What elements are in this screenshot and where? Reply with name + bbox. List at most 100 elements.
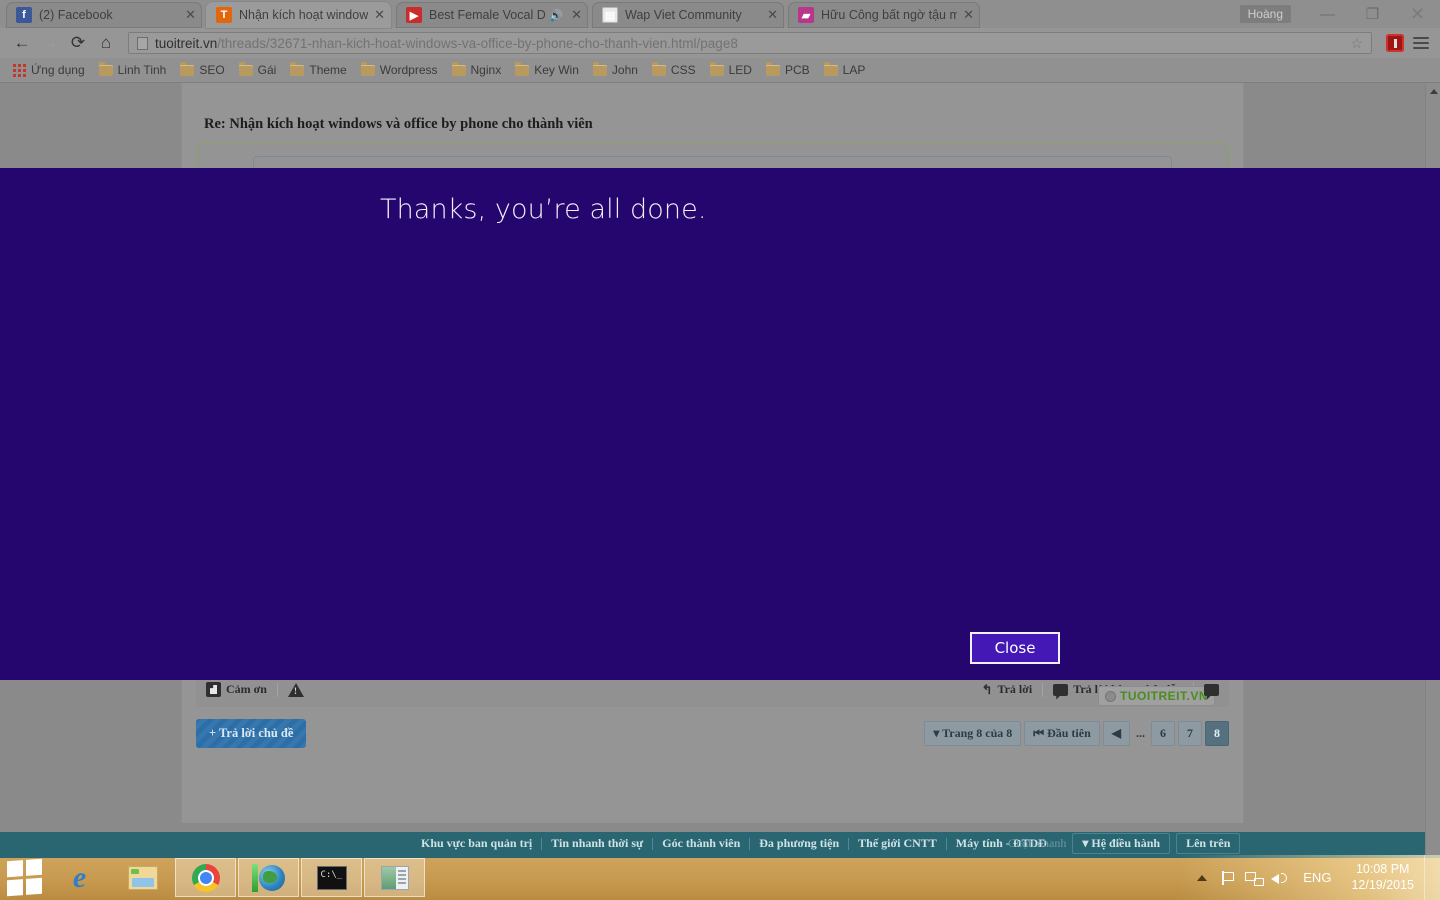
bookmark-label: Theme [309,63,346,77]
page-info-icon[interactable] [137,37,148,50]
page-link-7[interactable]: 7 [1178,721,1202,746]
dialog-close-button[interactable]: Close [970,632,1060,664]
facebook-icon: f [16,7,32,23]
reply-topic-button[interactable]: + Trả lời chủ đề [196,719,306,748]
taskbar-google-chrome[interactable] [175,858,236,897]
browser-tab-facebook[interactable]: f (2) Facebook ✕ [6,2,202,28]
command-prompt-icon: C:\_ [317,866,347,890]
taskbar-command-prompt[interactable]: C:\_ [301,858,362,897]
forum-nav-members[interactable]: Góc thành viên [653,836,749,851]
start-button[interactable] [0,855,48,900]
user-icon [1105,691,1116,702]
multi-quote-icon [1204,684,1219,696]
bookmark-key-win[interactable]: Key Win [508,63,586,77]
show-hidden-icons-button[interactable] [1189,855,1215,900]
network-icon [1245,870,1263,886]
bookmark-label: John [612,63,638,77]
tab-close-icon[interactable]: ✕ [374,7,385,23]
first-page-label: Đầu tiên [1047,726,1091,740]
browser-tab-tuoitreit[interactable]: T Nhận kích hoạt windows v ✕ [206,2,391,28]
screen: f (2) Facebook ✕ T Nhận kích hoạt window… [0,0,1440,900]
page-link-8-current[interactable]: 8 [1205,721,1229,746]
bookmark-theme[interactable]: Theme [283,63,353,77]
page-link-6[interactable]: 6 [1151,721,1175,746]
volume-button[interactable] [1267,855,1293,900]
bookmark-seo[interactable]: SEO [173,63,231,77]
url-host: tuoitreit.vn [155,36,217,51]
bookmark-label: CSS [671,63,696,77]
divider [1042,683,1043,697]
tab-title: Best Female Vocal Dub [429,8,545,22]
bookmark-star-icon[interactable]: ☆ [1350,35,1363,52]
forum-nav-it-world[interactable]: Thế giới CNTT [849,836,946,851]
browser-tab-youtube[interactable]: ▶ Best Female Vocal Dub 🔊 ✕ [396,2,588,28]
profile-name-chip[interactable]: Hoàng [1240,5,1291,23]
tab-close-icon[interactable]: ✕ [185,7,196,23]
bookmark-label: LED [729,63,752,77]
bookmark-apps[interactable]: Ứng dụng [6,63,92,77]
taskbar-internet-explorer[interactable]: e [49,858,110,897]
tab-audio-icon[interactable]: 🔊 [549,9,563,22]
bookmark-css[interactable]: CSS [645,63,703,77]
google-chrome-icon [192,864,220,892]
back-icon[interactable]: ← [8,29,36,57]
address-bar[interactable]: tuoitreit.vn /threads/32671-nhan-kich-ho… [128,32,1372,54]
multi-quote-button[interactable] [1204,684,1219,696]
bookmark-linh-tinh[interactable]: Linh Tinh [92,63,174,77]
forum-nav-admin[interactable]: Khu vực ban quản trị [412,836,541,851]
taskbar-file-explorer[interactable] [112,858,173,897]
forum-nav-multimedia[interactable]: Đa phương tiện [750,836,848,851]
os-select-dropdown[interactable]: ▾ Hệ điều hành [1072,833,1170,854]
clock[interactable]: 10:08 PM 12/19/2015 [1341,862,1424,893]
folder-icon [515,65,529,76]
maximize-button[interactable]: ❐ [1350,0,1395,28]
bookmark-led[interactable]: LED [703,63,759,77]
report-button[interactable] [288,683,304,697]
page-select-dropdown[interactable]: ▾ Trang 8 của 8 [924,721,1021,746]
volume-icon [1271,870,1289,886]
network-button[interactable] [1241,855,1267,900]
prev-page-button[interactable]: ◀ [1103,721,1130,746]
watermark-badge: TUOITREIT.VN [1098,686,1215,706]
chrome-menu-icon[interactable] [1410,37,1432,49]
browser-tab-huucong[interactable]: ▰ Hữu Công bất ngờ tậu má ✕ [788,2,980,28]
taskbar-presentation-app[interactable] [364,858,425,897]
reply-button[interactable]: ↰ Trả lời [982,682,1033,698]
bookmark-label: Wordpress [380,63,438,77]
show-desktop-button[interactable] [1424,855,1432,900]
bookmark-lap[interactable]: LAP [817,63,873,77]
close-window-button[interactable]: ✕ [1395,0,1440,28]
scroll-up-arrow-icon[interactable] [1430,89,1438,94]
folder-icon [99,65,113,76]
tab-close-icon[interactable]: ✕ [767,7,778,23]
tab-close-icon[interactable]: ✕ [963,7,974,23]
report-icon [288,683,304,697]
quick-nav-label: Chọn nhanh [1008,836,1066,851]
tab-close-icon[interactable]: ✕ [571,7,582,23]
taskbar-download-manager[interactable] [238,858,299,897]
adblock-icon[interactable] [1386,34,1404,52]
bookmark-wordpress[interactable]: Wordpress [354,63,445,77]
bookmark-pcb[interactable]: PCB [759,63,817,77]
tuoitreit-icon: T [216,7,232,23]
page-select-label: Trang 8 của 8 [942,726,1012,740]
first-page-button[interactable]: ⏮ Đầu tiên [1024,721,1099,746]
home-icon[interactable]: ⌂ [92,29,120,57]
thanks-button[interactable]: Cảm ơn [206,682,267,697]
thanks-icon [206,682,221,697]
language-indicator[interactable]: ENG [1293,870,1341,885]
action-center-button[interactable] [1215,855,1241,900]
clock-time: 10:08 PM [1356,862,1410,878]
forward-icon[interactable]: → [36,29,64,57]
browser-tab-wapviet[interactable]: ▤ Wap Viet Community ✕ [592,2,784,28]
back-to-top-button[interactable]: Lên trên [1176,833,1240,854]
bookmark-label: LAP [843,63,866,77]
reload-icon[interactable]: ⟳ [64,29,92,57]
folder-icon [710,65,724,76]
minimize-button[interactable]: — [1305,0,1350,28]
bookmark-nginx[interactable]: Nginx [445,63,509,77]
bookmark-john[interactable]: John [586,63,645,77]
forum-nav-news[interactable]: Tin nhanh thời sự [542,836,652,851]
bookmark-gai[interactable]: Gái [232,63,284,77]
bookmark-label: Key Win [534,63,579,77]
